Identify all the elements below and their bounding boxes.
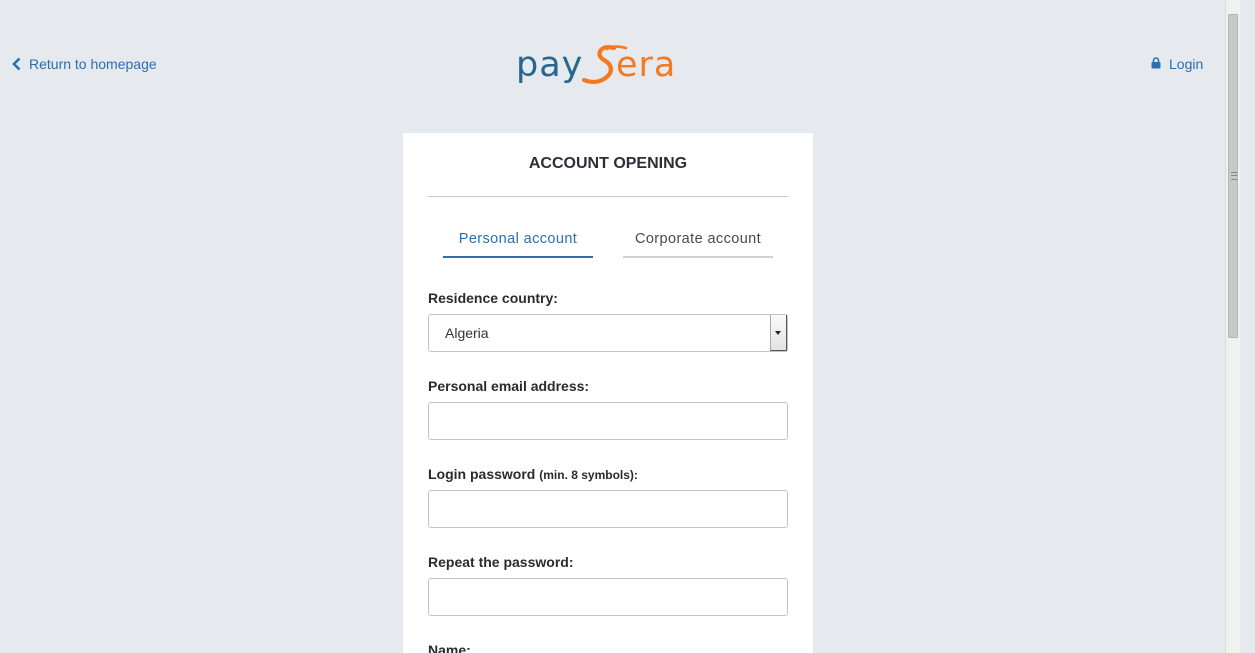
tab-corporate-account[interactable]: Corporate account <box>623 231 773 258</box>
page-scrollbar[interactable] <box>1225 0 1240 653</box>
email-label: Personal email address: <box>428 378 590 394</box>
repeat-password-field-group: Repeat the password: <box>428 554 788 616</box>
password-hint: (min. 8 symbols): <box>539 468 638 482</box>
account-opening-card: ACCOUNT OPENING Personal account Corpora… <box>403 133 813 653</box>
return-to-homepage-label: Return to homepage <box>29 56 157 72</box>
password-label-text: Login password <box>428 466 536 482</box>
caret-down-icon[interactable] <box>770 315 787 351</box>
account-type-tabs: Personal account Corporate account <box>428 231 788 258</box>
svg-text:era: era <box>616 45 676 85</box>
page: Return to homepage pay era Login ACCOUNT… <box>0 0 1240 653</box>
password-field[interactable] <box>428 490 788 528</box>
repeat-password-label: Repeat the password: <box>428 554 574 570</box>
lock-icon <box>1151 56 1161 72</box>
repeat-password-field[interactable] <box>428 578 788 616</box>
password-label: Login password (min. 8 symbols): <box>428 466 788 482</box>
return-to-homepage-link[interactable]: Return to homepage <box>12 56 157 72</box>
scrollbar-thumb[interactable] <box>1228 14 1238 338</box>
card-title: ACCOUNT OPENING <box>428 133 788 197</box>
residence-country-label: Residence country: <box>428 290 558 306</box>
login-label: Login <box>1169 56 1204 72</box>
residence-country-select[interactable]: Algeria <box>428 314 788 352</box>
password-field-group: Login password (min. 8 symbols): <box>428 466 788 528</box>
svg-text:pay: pay <box>516 45 583 85</box>
paysera-logo[interactable]: pay era <box>516 40 700 86</box>
residence-country-field: Residence country: Algeria <box>428 290 788 352</box>
residence-country-value: Algeria <box>445 325 489 341</box>
scrollbar-grip-icon <box>1231 172 1237 180</box>
name-label: Name: <box>428 642 471 653</box>
login-link[interactable]: Login <box>1151 56 1203 72</box>
email-field-group: Personal email address: <box>428 378 788 440</box>
tab-personal-account[interactable]: Personal account <box>443 231 593 258</box>
chevron-left-icon <box>12 57 21 71</box>
email-field[interactable] <box>428 402 788 440</box>
name-field-group: Name: <box>428 642 788 653</box>
